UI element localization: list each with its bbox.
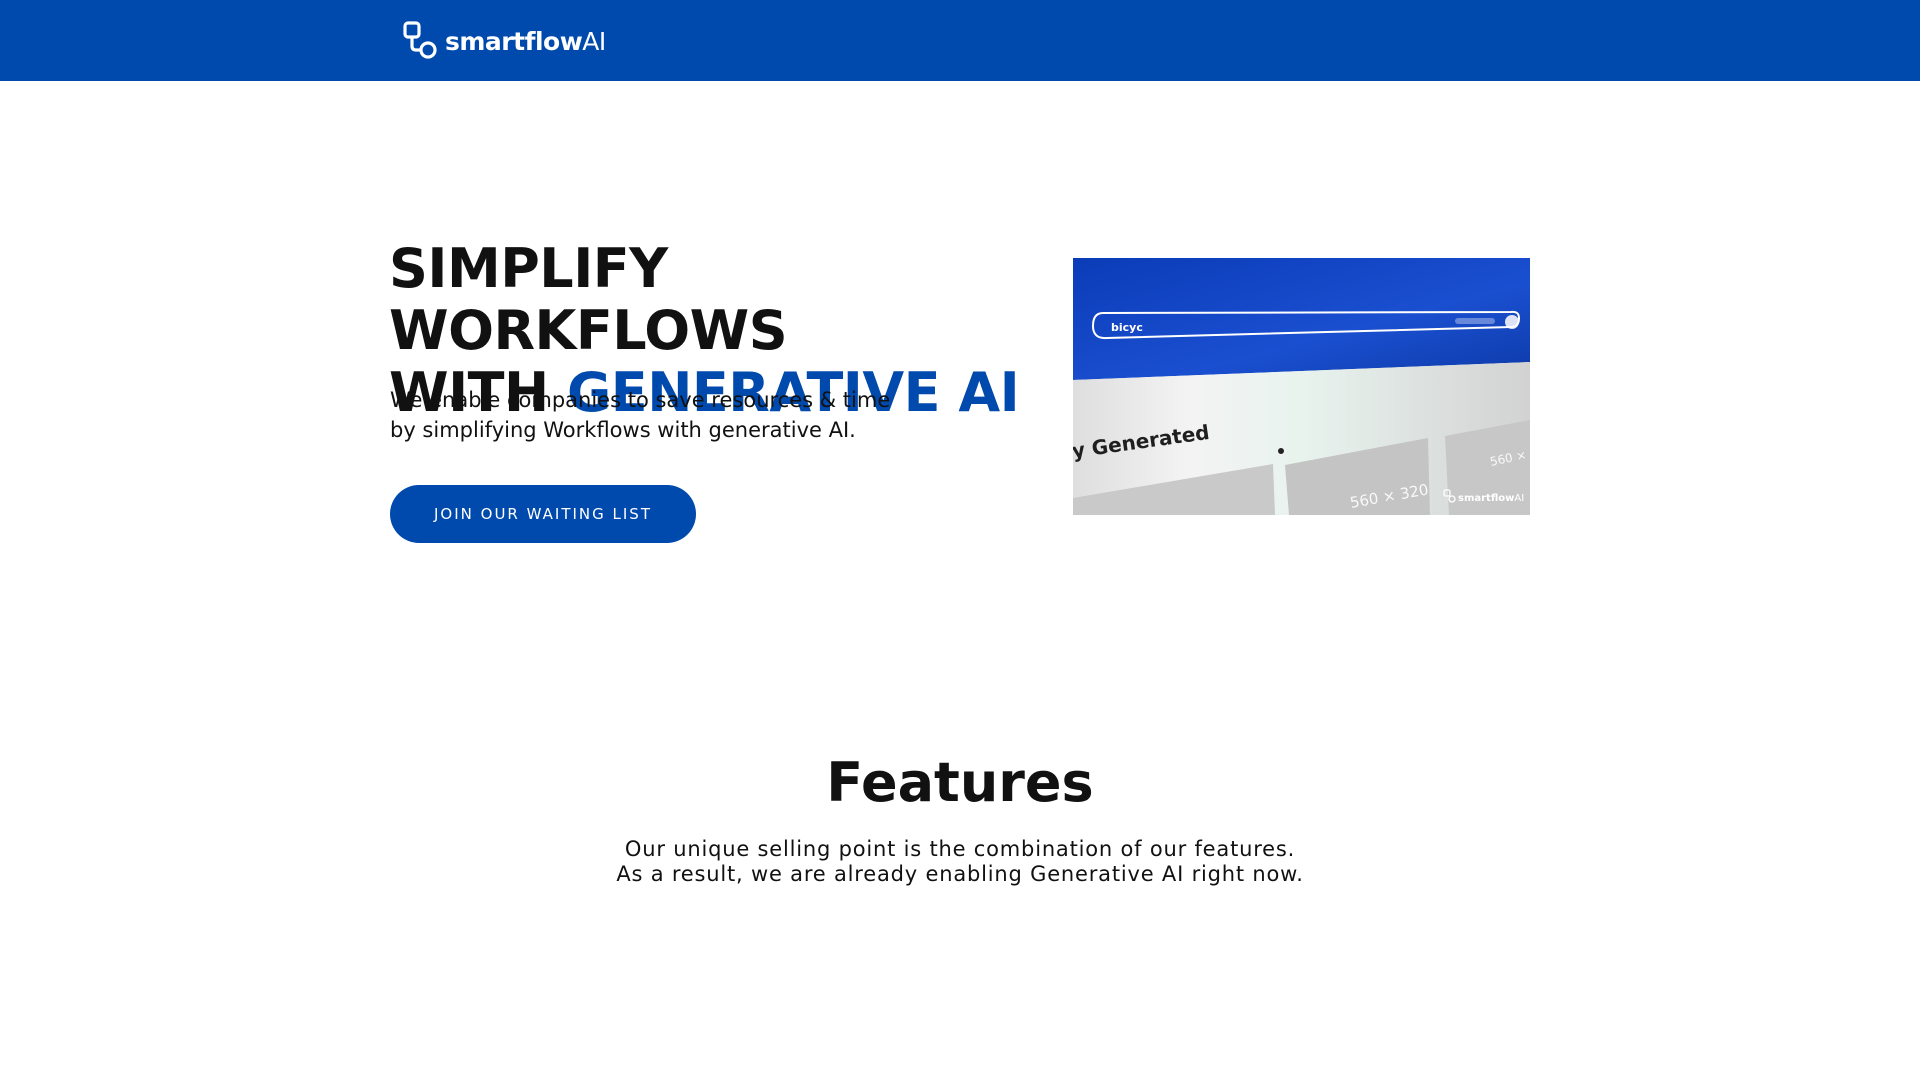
hero-subtitle-line2: by simplifying Workflows with generative…	[390, 418, 856, 442]
svg-text:smartflowAI: smartflowAI	[1458, 493, 1524, 504]
brand-name: smartflowAI	[445, 26, 606, 56]
features-description-line2: As a result, we are already enabling Gen…	[616, 862, 1304, 886]
brand-suffix: AI	[582, 26, 606, 56]
join-waiting-list-button[interactable]: JOIN OUR WAITING LIST	[390, 485, 696, 543]
hero-headline-line1: SIMPLIFY WORKFLOWS	[389, 237, 788, 362]
features-heading: Features	[826, 751, 1094, 814]
brand-logo[interactable]: smartflowAI	[403, 20, 606, 62]
preview-cursor-icon	[1278, 448, 1284, 454]
hero-subtitle-line1: We enable companies to save resources & …	[390, 388, 891, 412]
preview-search-text: bicyc	[1111, 321, 1143, 334]
preview-search-icon	[1505, 315, 1519, 329]
features-description: Our unique selling point is the combinat…	[0, 837, 1920, 887]
top-navigation-bar: smartflowAI	[0, 0, 1920, 81]
features-description-line1: Our unique selling point is the combinat…	[624, 837, 1296, 861]
hero-subtitle: We enable companies to save resources & …	[390, 385, 950, 445]
hero-product-screenshot: bicyc y Generated 560 × 320 560 × 3 smar…	[1073, 258, 1530, 515]
product-preview-image: bicyc y Generated 560 × 320 560 × 3 smar…	[1073, 258, 1530, 515]
flow-logo-icon	[403, 21, 437, 59]
